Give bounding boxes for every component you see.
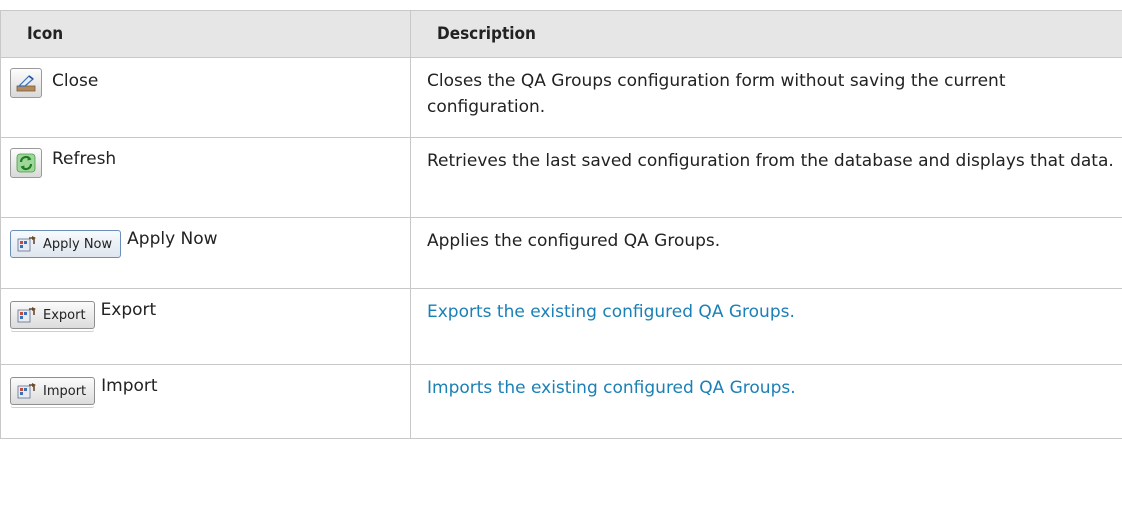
row-label: Import	[101, 375, 157, 397]
apply-now-button[interactable]: Apply Now	[10, 230, 121, 258]
export-button-text: Export	[43, 308, 86, 323]
row-label: Refresh	[52, 148, 116, 170]
table-row: Apply Now Apply Now Applies the configur…	[1, 218, 1122, 289]
header-icon: Icon	[1, 11, 411, 58]
import-icon	[17, 382, 37, 400]
row-description: Applies the configured QA Groups.	[411, 218, 1122, 289]
row-label: Apply Now	[127, 228, 217, 250]
icon-cell: Export Export	[1, 289, 411, 365]
row-description-link[interactable]: Imports the existing configured QA Group…	[411, 365, 1122, 439]
apply-now-icon	[17, 235, 37, 253]
refresh-icon	[16, 153, 36, 173]
refresh-button[interactable]	[10, 148, 42, 178]
header-description: Description	[411, 11, 1122, 58]
row-description: Closes the QA Groups configuration form …	[411, 58, 1122, 138]
import-button-text: Import	[43, 384, 86, 399]
row-description: Retrieves the last saved configuration f…	[411, 138, 1122, 218]
icon-cell: Apply Now Apply Now	[1, 218, 411, 289]
import-button[interactable]: Import	[10, 377, 95, 405]
row-label: Export	[101, 299, 157, 321]
export-icon	[17, 306, 37, 324]
table-row: Import Import Imports the existing confi…	[1, 365, 1122, 439]
table-row: Refresh Retrieves the last saved configu…	[1, 138, 1122, 218]
table-row: Close Closes the QA Groups configuration…	[1, 58, 1122, 138]
icon-description-table: Icon Description Close Closes the QA Gro…	[0, 10, 1122, 439]
row-description-link[interactable]: Exports the existing configured QA Group…	[411, 289, 1122, 365]
row-label: Close	[52, 70, 98, 92]
table-row: Export Export Exports the existing confi…	[1, 289, 1122, 365]
export-button[interactable]: Export	[10, 301, 95, 329]
table-header-row: Icon Description	[1, 11, 1122, 58]
icon-cell: Close	[1, 58, 411, 138]
apply-now-button-text: Apply Now	[43, 237, 112, 252]
close-icon	[15, 73, 37, 93]
icon-cell: Refresh	[1, 138, 411, 218]
close-button[interactable]	[10, 68, 42, 98]
icon-cell: Import Import	[1, 365, 411, 439]
